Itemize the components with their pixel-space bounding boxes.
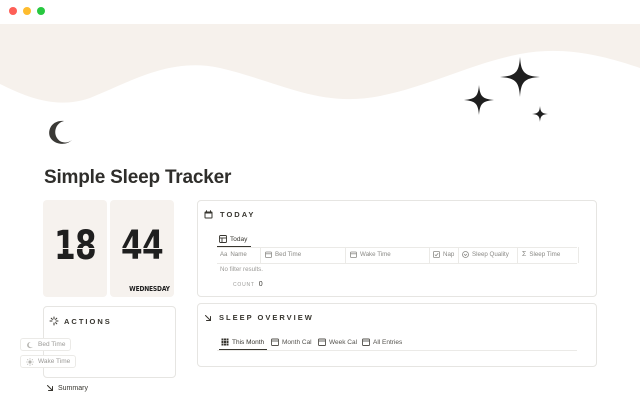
- column-divider: [429, 247, 430, 263]
- empty-state-text: No filter results.: [220, 266, 263, 273]
- column-sleep-time[interactable]: Σ Sleep Time: [522, 251, 560, 258]
- column-divider: [458, 247, 459, 263]
- zoom-window-button[interactable]: [37, 7, 45, 15]
- table-icon: [219, 235, 227, 243]
- today-panel: TODAY Today Aa Name Bed Time Wake Time N…: [197, 200, 597, 297]
- page-cover: [0, 24, 640, 129]
- sparkle-burst-icon: [49, 316, 59, 326]
- column-nap[interactable]: Nap: [433, 251, 454, 258]
- minimize-window-button[interactable]: [23, 7, 31, 15]
- text-icon: Aa: [220, 251, 228, 258]
- column-divider: [578, 247, 579, 263]
- clock-minute: 44: [121, 223, 164, 269]
- close-window-button[interactable]: [9, 7, 17, 15]
- moon-icon: [26, 341, 34, 349]
- arrow-down-right-icon: [204, 314, 212, 322]
- column-divider: [517, 247, 518, 263]
- summary-toggle[interactable]: Summary: [46, 384, 88, 392]
- table-top-border: [217, 247, 577, 248]
- count-value: 0: [258, 281, 263, 288]
- clock-minute-card: 44 WEDNESDAY: [110, 200, 174, 297]
- formula-icon: Σ: [522, 251, 527, 258]
- sparkle-icon: [464, 57, 548, 122]
- column-divider: [345, 247, 346, 263]
- column-sleep-quality[interactable]: Sleep Quality: [462, 251, 509, 258]
- count-label: COUNT: [233, 281, 255, 288]
- checkbox-icon: [433, 251, 440, 258]
- table-header-border: [217, 263, 577, 264]
- today-title: TODAY: [220, 210, 256, 219]
- page-title: Simple Sleep Tracker: [44, 167, 232, 188]
- column-name[interactable]: Aa Name: [220, 251, 247, 258]
- calendar-icon: [271, 338, 279, 346]
- clock-split-line: [43, 248, 107, 249]
- select-icon: [462, 251, 469, 258]
- tab-week-cal[interactable]: Week Cal: [318, 338, 357, 346]
- bed-time-button[interactable]: Bed Time: [20, 338, 72, 351]
- tab-this-month[interactable]: This Month: [221, 338, 264, 346]
- calendar-icon: [350, 251, 357, 258]
- actions-title: ACTIONS: [64, 316, 112, 326]
- tabs-border: [217, 350, 577, 351]
- overview-title: SLEEP OVERVIEW: [219, 313, 314, 322]
- wake-time-button[interactable]: Wake Time: [20, 355, 77, 368]
- sleep-overview-panel: SLEEP OVERVIEW This Month Month Cal Week…: [197, 303, 597, 367]
- column-wake-time[interactable]: Wake Time: [350, 251, 391, 258]
- summary-label: Summary: [58, 384, 88, 392]
- tab-today-label: Today: [230, 235, 248, 243]
- clock-split-line: [110, 248, 174, 249]
- window-controls: [9, 7, 45, 15]
- tab-all-entries[interactable]: All Entries: [362, 338, 402, 346]
- tab-today[interactable]: Today: [219, 235, 247, 243]
- wake-time-label: Wake Time: [38, 358, 71, 365]
- count-summary: COUNT 0: [233, 281, 263, 288]
- grid-icon: [221, 338, 229, 346]
- clock-hour: 18: [54, 223, 97, 269]
- tab-month-cal[interactable]: Month Cal: [271, 338, 312, 346]
- sun-icon: [26, 357, 34, 366]
- calendar-icon: [362, 338, 370, 346]
- clock-hour-card: 18: [43, 200, 107, 297]
- calendar-icon: [204, 210, 213, 219]
- column-bed-time[interactable]: Bed Time: [265, 251, 301, 258]
- arrow-down-right-icon: [46, 384, 54, 392]
- clock-weekday: WEDNESDAY: [129, 285, 170, 293]
- column-divider: [260, 247, 261, 263]
- calendar-icon: [265, 251, 272, 258]
- moon-page-icon[interactable]: [44, 115, 78, 149]
- calendar-icon: [318, 338, 326, 346]
- bed-time-label: Bed Time: [38, 341, 66, 348]
